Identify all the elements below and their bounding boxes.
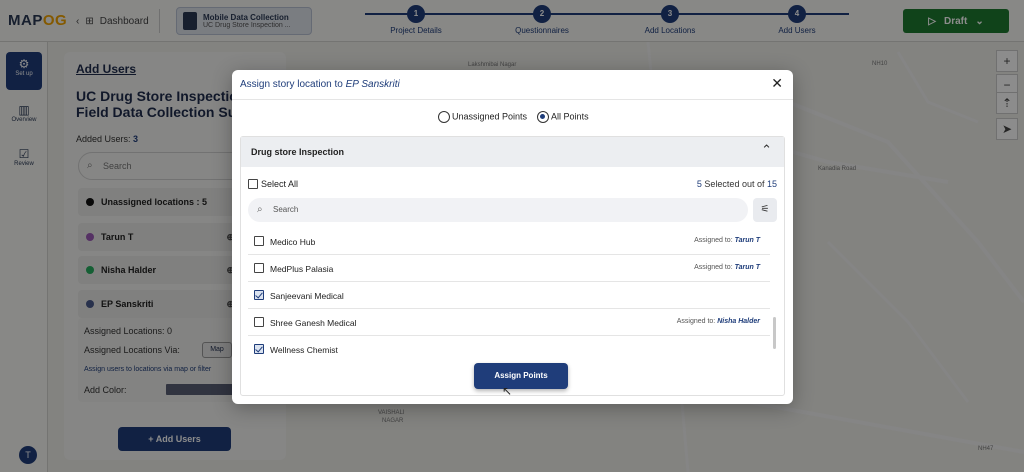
location-search-input[interactable]: ⌕ Search — [248, 198, 748, 222]
item-checkbox[interactable] — [254, 290, 264, 300]
item-checkbox[interactable] — [254, 236, 264, 246]
modal-title: Assign story location to EP Sanskriti — [240, 79, 400, 90]
modal-header: Assign story location to EP Sanskriti ✕ — [232, 70, 793, 100]
list-item[interactable]: Shree Ganesh Medical Assigned to: Nisha … — [248, 309, 770, 336]
cursor-icon: ↖ — [502, 384, 513, 398]
close-icon[interactable]: ✕ — [771, 75, 783, 92]
list-scrollbar[interactable] — [773, 317, 776, 349]
filter-settings-icon[interactable]: ⚟ — [753, 198, 777, 222]
chevron-up-icon[interactable]: ⌃ — [761, 142, 772, 158]
location-list: Medico Hub Assigned to: Tarun T MedPlus … — [248, 228, 773, 360]
select-all-checkbox[interactable]: Select All — [248, 179, 298, 189]
search-icon: ⌕ — [257, 204, 263, 215]
filter-radio-group: Unassigned Points All Points — [438, 111, 589, 123]
selected-count: 5 Selected out of 15 — [696, 179, 777, 189]
list-item[interactable]: MedPlus Palasia Assigned to: Tarun T — [248, 255, 770, 282]
list-item[interactable]: Wellness Chemist — [248, 336, 770, 360]
assigned-to: Assigned to: Tarun T — [694, 264, 760, 271]
drug-store-section: Drug store Inspection ⌃ Select All 5 Sel… — [240, 136, 785, 396]
assigned-to: Assigned to: Nisha Halder — [676, 318, 760, 325]
list-item[interactable]: Sanjeevani Medical — [248, 282, 770, 309]
assign-points-button[interactable]: Assign Points — [474, 363, 568, 389]
assigned-to: Assigned to: Tarun T — [694, 237, 760, 244]
item-checkbox[interactable] — [254, 344, 264, 354]
item-checkbox[interactable] — [254, 317, 264, 327]
radio-unassigned-points[interactable]: Unassigned Points — [438, 111, 527, 123]
assign-location-modal: Assign story location to EP Sanskriti ✕ … — [232, 70, 793, 404]
section-header[interactable]: Drug store Inspection ⌃ — [241, 137, 784, 167]
list-item[interactable]: Medico Hub Assigned to: Tarun T — [248, 228, 770, 255]
item-checkbox[interactable] — [254, 263, 264, 273]
radio-all-points[interactable]: All Points — [537, 111, 589, 123]
